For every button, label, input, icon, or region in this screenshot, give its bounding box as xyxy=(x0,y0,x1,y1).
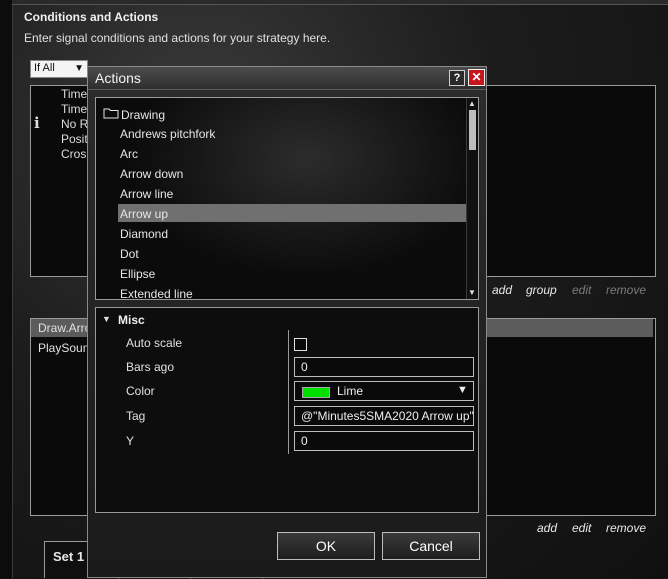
y-input[interactable]: 0 xyxy=(294,431,474,451)
condition-remove-link[interactable]: remove xyxy=(606,283,646,297)
info-icon: i xyxy=(34,114,40,132)
page-title: Conditions and Actions xyxy=(24,10,159,24)
action-add-link[interactable]: add xyxy=(537,521,557,535)
page-subtitle: Enter signal conditions and actions for … xyxy=(24,31,331,45)
scroll-down-icon[interactable]: ▼ xyxy=(468,288,476,297)
chevron-down-icon: ▼ xyxy=(457,384,468,396)
list-item[interactable]: Extended line xyxy=(120,287,193,299)
condition-mode-value: If All xyxy=(34,62,55,74)
cancel-button[interactable]: Cancel xyxy=(382,532,480,560)
help-icon[interactable]: ? xyxy=(449,70,465,86)
property-group-misc[interactable]: Misc xyxy=(118,313,145,327)
prop-label-color: Color xyxy=(126,384,155,398)
condition-group-link[interactable]: group xyxy=(526,283,557,297)
auto-scale-checkbox[interactable] xyxy=(294,338,307,351)
condition-item[interactable]: Time xyxy=(61,102,87,116)
action-type-list[interactable]: Drawing Andrews pitchfork Arc Arrow down… xyxy=(95,97,479,300)
action-remove-link[interactable]: remove xyxy=(606,521,646,535)
ok-button[interactable]: OK xyxy=(277,532,375,560)
condition-item[interactable]: Time xyxy=(61,87,87,101)
list-folder-drawing[interactable]: Drawing xyxy=(121,108,165,122)
list-item[interactable]: Arc xyxy=(120,147,138,161)
prop-label-auto-scale: Auto scale xyxy=(126,336,183,350)
actions-dialog: Actions ? ✕ Drawing Andrews pitchfork Ar… xyxy=(87,66,487,578)
prop-label-y: Y xyxy=(126,434,135,448)
color-select[interactable]: Lime ▼ xyxy=(294,381,474,401)
list-item-selected[interactable]: Arrow up xyxy=(120,207,168,221)
property-divider[interactable] xyxy=(288,330,289,454)
scroll-up-icon[interactable]: ▲ xyxy=(468,99,476,108)
list-item[interactable]: Andrews pitchfork xyxy=(120,127,215,141)
list-item[interactable]: Ellipse xyxy=(120,267,155,281)
list-item[interactable]: Diamond xyxy=(120,227,168,241)
list-selected-highlight xyxy=(118,204,466,222)
tag-input[interactable]: @"Minutes5SMA2020 Arrow up" xyxy=(294,406,474,426)
top-edge-line xyxy=(12,0,668,5)
bars-ago-input[interactable]: 0 xyxy=(294,357,474,377)
list-item[interactable]: Dot xyxy=(120,247,139,261)
condition-edit-link[interactable]: edit xyxy=(572,283,591,297)
close-icon[interactable]: ✕ xyxy=(468,69,485,86)
action-edit-link[interactable]: edit xyxy=(572,521,591,535)
condition-item[interactable]: Cros xyxy=(61,147,86,161)
action-item[interactable]: PlaySoun xyxy=(38,341,89,355)
action-item[interactable]: Draw.Arro xyxy=(38,321,91,335)
color-swatch xyxy=(302,387,330,398)
condition-mode-select[interactable]: If All ▼ xyxy=(30,60,88,78)
list-item[interactable]: Arrow down xyxy=(120,167,183,181)
condition-add-link[interactable]: add xyxy=(492,283,512,297)
prop-label-bars-ago: Bars ago xyxy=(126,360,175,374)
list-item[interactable]: Arrow line xyxy=(120,187,173,201)
scroll-thumb[interactable] xyxy=(469,110,476,150)
chevron-down-icon: ▼ xyxy=(74,63,84,74)
condition-item[interactable]: No R xyxy=(61,117,88,131)
left-edge-bar xyxy=(0,0,13,578)
color-value: Lime xyxy=(337,384,364,398)
dialog-title: Actions xyxy=(95,70,141,86)
folder-icon xyxy=(103,108,119,119)
dialog-titlebar[interactable]: Actions ? ✕ xyxy=(88,67,486,90)
condition-item[interactable]: Posit xyxy=(61,132,88,146)
property-grid: ▼ Misc Auto scale Bars ago 0 Color Lime … xyxy=(95,307,479,513)
prop-label-tag: Tag xyxy=(126,409,146,423)
collapse-triangle-icon[interactable]: ▼ xyxy=(102,314,111,324)
